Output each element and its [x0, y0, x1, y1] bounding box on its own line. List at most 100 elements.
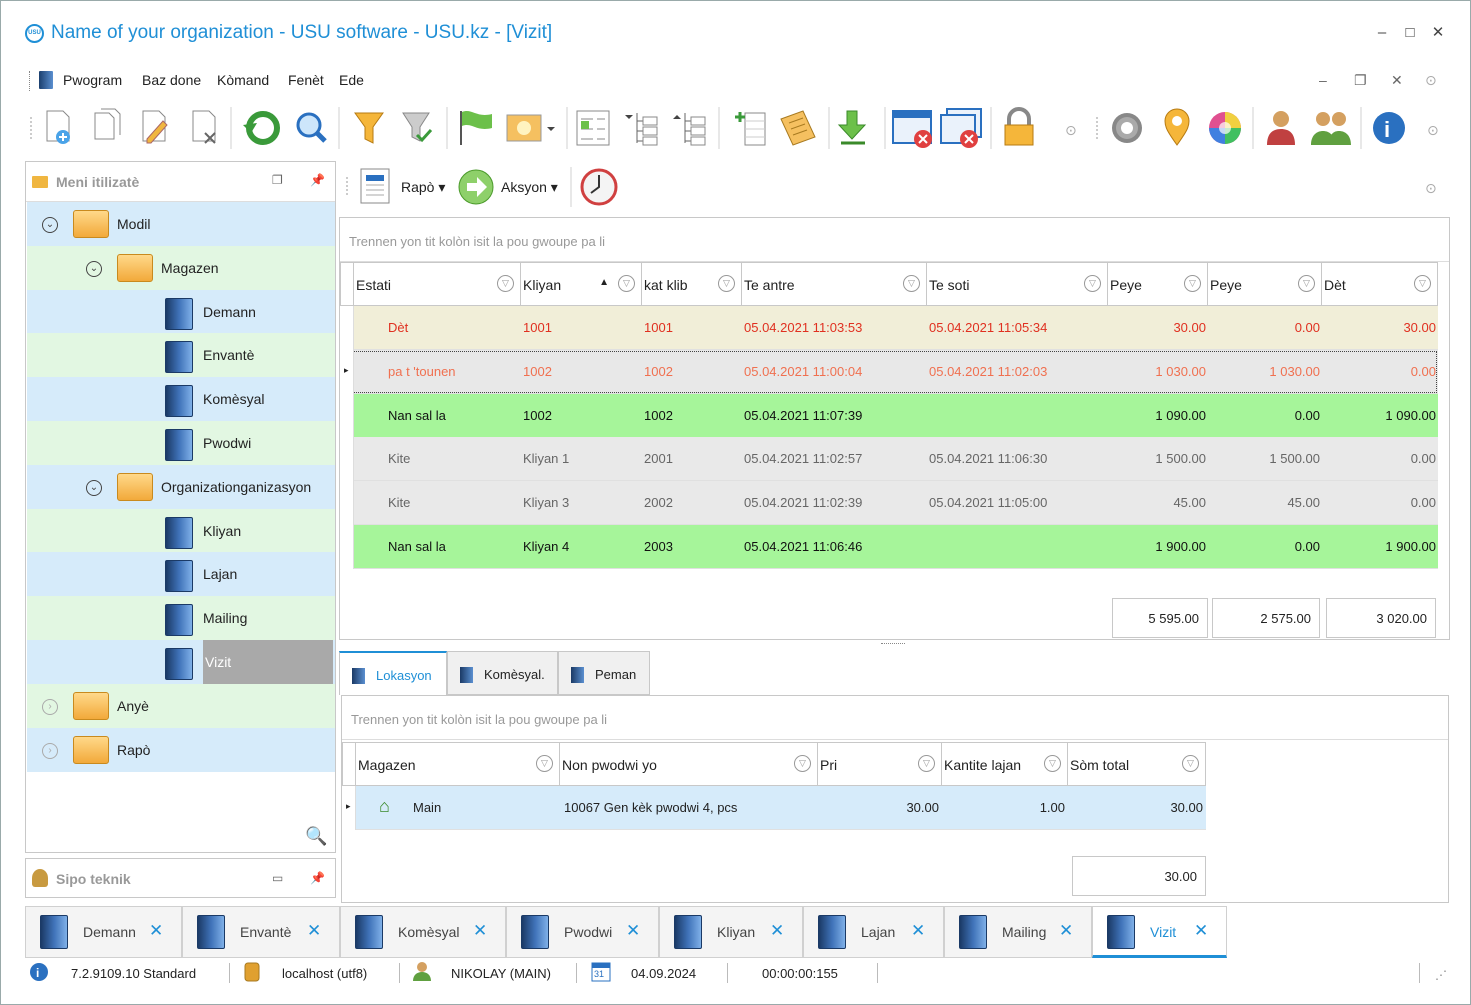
tree-node-modil[interactable]: ⌄ Modil — [27, 202, 335, 246]
add-column-icon[interactable] — [735, 112, 766, 146]
filter-icon[interactable]: ▽ — [1414, 275, 1431, 292]
search-icon[interactable]: 🔍 — [305, 826, 327, 847]
tree-node-organizationganizasyon[interactable]: ⌄ Organizationganizasyon — [27, 464, 335, 509]
filter-icon[interactable]: ▽ — [1084, 275, 1101, 292]
collapse-icon[interactable]: ⌄ — [86, 479, 102, 496]
info-icon[interactable]: i — [1373, 112, 1405, 144]
tree-node-envant-[interactable]: Envantè — [27, 333, 335, 378]
expand-icon[interactable]: › — [42, 698, 58, 715]
column-header[interactable]: Pri ▽ — [818, 742, 942, 786]
tree-node-mailing[interactable]: Mailing — [27, 596, 335, 641]
chevron-circle-icon[interactable]: ⊙ — [1425, 72, 1437, 89]
tree-expand-icon[interactable] — [625, 113, 658, 146]
delete-icon[interactable] — [192, 110, 216, 144]
toolbar-grip[interactable] — [29, 71, 31, 91]
close-tab-icon[interactable]: ✕ — [1194, 921, 1208, 941]
minimize-button[interactable]: – — [1371, 23, 1393, 43]
close-tab-icon[interactable]: ✕ — [626, 921, 640, 941]
clock-icon[interactable] — [580, 168, 618, 206]
table-row[interactable]: ▸ ⌂ Main 10067 Gen kèk pwodwi 4, pcs 30.00 1.… — [343, 786, 1206, 830]
filter-icon[interactable] — [354, 112, 384, 144]
filter-icon[interactable]: ▽ — [1182, 755, 1199, 772]
menu-komand[interactable]: Kòmand — [217, 72, 269, 88]
lock-icon[interactable] — [1004, 107, 1034, 146]
window-tab-mailing[interactable]: Mailing ✕ — [944, 906, 1092, 958]
tree-node-lajan[interactable]: Lajan — [27, 552, 335, 597]
report-button[interactable]: Rapò ▾ — [401, 179, 445, 196]
column-header[interactable]: Dèt ▽ — [1322, 262, 1438, 306]
chevron-circle-icon[interactable]: ⊙ — [1425, 180, 1437, 196]
mdi-close-icon[interactable]: ✕ — [1391, 72, 1403, 89]
map-pin-icon[interactable] — [1164, 108, 1190, 146]
collapse-icon[interactable]: ⌄ — [86, 260, 102, 277]
column-header[interactable]: Kliyan ▲ ▽ — [521, 262, 642, 306]
filter-icon[interactable]: ▽ — [618, 275, 635, 292]
column-header[interactable]: Kantite lajan ▽ — [942, 742, 1068, 786]
window-tab-pwodwi[interactable]: Pwodwi ✕ — [506, 906, 659, 958]
tree-node-kliyan[interactable]: Kliyan — [27, 508, 335, 553]
window-tab-kom-syal[interactable]: Komèsyal ✕ — [340, 906, 506, 958]
group-by-hint[interactable]: Trennen yon tit kolòn isit la pou gwoupe… — [340, 218, 1449, 262]
mdi-minimize-icon[interactable]: – — [1319, 72, 1327, 88]
tree-node-any-[interactable]: › Anyè — [27, 683, 335, 728]
column-header[interactable]: Peye ▽ — [1108, 262, 1208, 306]
filter-icon[interactable]: ▽ — [497, 275, 514, 292]
close-tab-icon[interactable]: ✕ — [307, 921, 321, 941]
menu-fenet[interactable]: Fenèt — [288, 72, 324, 88]
tree-node-magazen[interactable]: ⌄ Magazen — [27, 245, 335, 290]
chevron-circle-icon[interactable]: ⊙ — [1427, 122, 1439, 138]
row-indicator[interactable] — [341, 525, 354, 569]
table-row[interactable]: Nan sal la Kliyan 4 2003 05.04.2021 11:06:4… — [341, 525, 1438, 569]
mdi-restore-icon[interactable]: ❐ — [1354, 72, 1367, 89]
action-button[interactable]: Aksyon ▾ — [501, 179, 558, 196]
tree-node-demann[interactable]: Demann — [27, 289, 335, 334]
filter-icon[interactable]: ▽ — [794, 755, 811, 772]
user-edit-icon[interactable] — [1267, 111, 1295, 145]
flag-icon[interactable] — [460, 111, 492, 145]
column-header[interactable]: Te soti ▽ — [927, 262, 1108, 306]
column-header[interactable]: Magazen ▽ — [356, 742, 560, 786]
close-tab-icon[interactable]: ✕ — [473, 921, 487, 941]
edit-icon[interactable] — [142, 110, 168, 144]
close-window-icon[interactable] — [892, 110, 932, 148]
color-wheel-icon[interactable] — [1209, 112, 1241, 144]
group-by-hint[interactable]: Trennen yon tit kolòn isit la pou gwoupe… — [342, 696, 1448, 740]
column-header[interactable]: Non pwodwi yo ▽ — [560, 742, 818, 786]
close-tab-icon[interactable]: ✕ — [770, 921, 784, 941]
restore-panel-icon[interactable]: ▭ — [272, 871, 283, 885]
filter-icon[interactable]: ▽ — [1184, 275, 1201, 292]
filter-check-icon[interactable] — [402, 112, 433, 143]
notes-icon[interactable] — [780, 110, 816, 146]
table-row[interactable]: Dèt 1001 1001 05.04.2021 11:03:53 05.04.2021… — [341, 306, 1438, 350]
picture-icon[interactable] — [506, 114, 555, 142]
filter-icon[interactable]: ▽ — [536, 755, 553, 772]
column-header[interactable]: Peye ▽ — [1208, 262, 1322, 306]
filter-icon[interactable]: ▽ — [1044, 755, 1061, 772]
menu-ede[interactable]: Ede — [339, 72, 364, 88]
tree-node-rap-[interactable]: › Rapò — [27, 727, 335, 772]
column-header[interactable]: Sòm total ▽ — [1068, 742, 1206, 786]
window-tab-demann[interactable]: Demann ✕ — [25, 906, 182, 958]
tab-peman[interactable]: Peman — [558, 651, 650, 695]
tree-node-vizit[interactable]: Vizit — [27, 640, 335, 684]
window-tab-kliyan[interactable]: Kliyan ✕ — [659, 906, 803, 958]
menu-baz-done[interactable]: Baz done — [142, 72, 201, 88]
tree-collapse-icon[interactable] — [673, 113, 706, 146]
add-record-icon[interactable] — [46, 110, 70, 144]
float-panel-icon[interactable]: ❐ — [272, 173, 283, 187]
table-row[interactable]: Kite Kliyan 3 2002 05.04.2021 11:02:39 05.04… — [341, 481, 1438, 526]
users-icon[interactable] — [1311, 112, 1351, 145]
pin-icon[interactable]: 📌 — [310, 871, 325, 885]
close-all-windows-icon[interactable] — [940, 108, 982, 148]
tab-kom-syal-[interactable]: Komèsyal. — [447, 651, 558, 695]
refresh-icon[interactable] — [243, 111, 280, 145]
report-icon[interactable] — [360, 168, 390, 204]
tree-node-kom-syal[interactable]: Komèsyal — [27, 377, 335, 422]
tree-node-pwodwi[interactable]: Pwodwi — [27, 421, 335, 465]
filter-icon[interactable]: ▽ — [918, 755, 935, 772]
window-tab-lajan[interactable]: Lajan ✕ — [803, 906, 944, 958]
close-tab-icon[interactable]: ✕ — [911, 921, 925, 941]
row-indicator[interactable] — [341, 437, 354, 482]
close-tab-icon[interactable]: ✕ — [1059, 921, 1073, 941]
filter-icon[interactable]: ▽ — [903, 275, 920, 292]
